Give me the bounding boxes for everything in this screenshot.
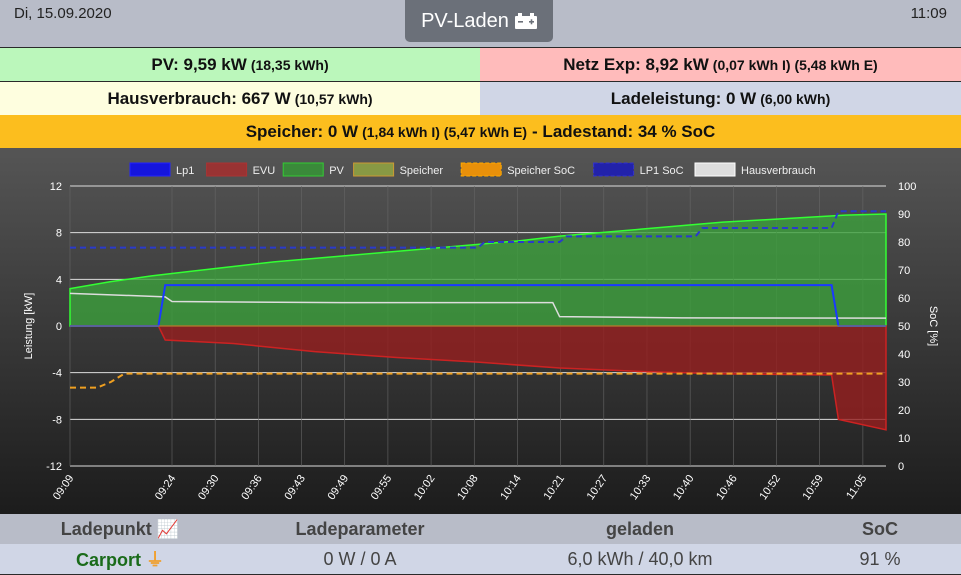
y-tick-label: 8 <box>56 228 62 240</box>
legend-label: Speicher SoC <box>507 165 575 177</box>
header: Di, 15.09.2020 PV-Laden 11:09 <box>0 0 961 47</box>
plug-icon: ⏚ <box>146 550 165 570</box>
x-tick-label: 10:59 <box>801 473 827 502</box>
netz-energy: (0,07 kWh I) (5,48 kWh E) <box>712 56 878 73</box>
speicher-soc-series <box>70 372 886 389</box>
y-tick-label: 4 <box>56 274 62 286</box>
y-tick-label: 12 <box>50 181 62 193</box>
pv-value: PV: 9,59 kW <box>151 54 247 74</box>
legend-label: EVU <box>253 165 276 177</box>
legend-swatch <box>353 162 395 177</box>
haus-status: Hausverbrauch: 667 W (10,57 kWh) <box>0 82 480 115</box>
x-tick-label: 09:55 <box>369 473 395 502</box>
clock: 11:09 <box>910 5 947 22</box>
legend-label: LP1 SoC <box>640 165 684 177</box>
y-tick-label: -4 <box>52 368 62 380</box>
legend-label: Lp1 <box>176 165 194 177</box>
x-tick-label: 09:24 <box>153 473 179 502</box>
netz-status: Netz Exp: 8,92 kW (0,07 kWh I) (5,48 kWh … <box>480 48 961 81</box>
x-tick-label: 10:14 <box>498 473 524 502</box>
header-soc: SoC <box>862 518 898 539</box>
header-ladepunkt: Ladepunkt 📈 <box>60 518 180 539</box>
charge-params: 0 W / 0 A <box>323 548 397 569</box>
speicher-soc: - Ladestand: 34 % SoC <box>532 121 716 141</box>
x-tick-label: 09:49 <box>326 473 352 502</box>
y2-tick-label: 50 <box>898 321 910 333</box>
haus-value: Hausverbrauch: 667 W <box>107 88 291 108</box>
header-geladen: geladen <box>605 518 675 539</box>
y2-tick-label: 100 <box>898 181 916 193</box>
legend-swatch <box>694 162 736 177</box>
x-tick-label: 10:40 <box>671 473 697 502</box>
x-tick-label: 10:33 <box>628 473 654 502</box>
x-tick-label: 09:09 <box>51 473 77 502</box>
lade-energy: (6,00 kWh) <box>760 90 831 107</box>
date: Di, 15.09.2020 <box>14 5 112 22</box>
x-tick-label: 09:36 <box>239 473 265 502</box>
table-row[interactable]: Carport ⏚ 0 W / 0 A 6,0 kWh / 40,0 km 91… <box>0 544 961 574</box>
lade-status: Ladeleistung: 0 W (6,00 kWh) <box>480 82 961 115</box>
y2-tick-label: 0 <box>898 461 904 473</box>
y2-tick-label: 80 <box>898 237 910 249</box>
y2-tick-label: 10 <box>898 433 910 445</box>
legend-label: Hausverbrauch <box>741 165 816 177</box>
y-tick-label: 0 <box>56 321 62 333</box>
y2-tick-label: 60 <box>898 293 910 305</box>
y2-axis-label: SoC [%] <box>927 306 939 346</box>
y2-tick-label: 90 <box>898 209 910 221</box>
mode-button[interactable]: PV-Laden <box>405 0 553 42</box>
y-tick-label: -12 <box>46 461 62 473</box>
speicher-energy: (1,84 kWh I) (5,47 kWh E) <box>362 123 528 140</box>
x-tick-label: 10:27 <box>585 473 611 502</box>
charged-amount: 6,0 kWh / 40,0 km <box>567 548 713 569</box>
x-tick-label: 10:21 <box>541 473 567 502</box>
chargepoint-name[interactable]: Carport ⏚ <box>40 546 200 572</box>
legend-label: Speicher <box>400 165 444 177</box>
y2-tick-label: 70 <box>898 265 910 277</box>
x-tick-label: 10:08 <box>455 473 481 502</box>
pv-series <box>69 213 887 327</box>
power-chart: 12840-4-8-12100908070605040302010009:09 0… <box>0 148 961 514</box>
pv-status: PV: 9,59 kW (18,35 kWh) <box>0 48 480 81</box>
lade-value: Ladeleistung: 0 W <box>610 88 757 108</box>
table-header: Ladepunkt 📈 Ladeparameter geladen SoC <box>0 514 961 544</box>
chart-icon[interactable]: 📈 <box>157 519 179 539</box>
car-battery-icon <box>514 13 537 29</box>
vehicle-soc: 91 % <box>859 548 901 569</box>
legend-swatch <box>593 162 635 177</box>
haus-energy: (10,57 kWh) <box>294 90 373 107</box>
evu-series <box>70 325 887 431</box>
speicher-value: Speicher: 0 W <box>245 121 359 141</box>
legend-swatch <box>282 162 324 177</box>
y2-tick-label: 20 <box>898 405 910 417</box>
x-tick-label: 10:52 <box>757 473 783 502</box>
legend-swatch <box>206 162 248 177</box>
x-tick-label: 09:30 <box>196 473 222 502</box>
pv-energy: (18,35 kWh) <box>250 56 329 73</box>
x-tick-label: 09:43 <box>282 473 308 502</box>
legend-swatch <box>460 162 502 177</box>
y-tick-label: -8 <box>52 414 62 426</box>
x-tick-label: 10:02 <box>412 473 438 502</box>
netz-value: Netz Exp: 8,92 kW <box>563 54 709 74</box>
legend-swatch <box>129 162 171 177</box>
legend-label: PV <box>329 165 344 177</box>
speicher-status: Speicher: 0 W (1,84 kWh I) (5,47 kWh E) - … <box>0 115 961 148</box>
mode-label: PV-Laden <box>421 9 509 32</box>
x-tick-label: 10:46 <box>714 473 740 502</box>
header-ladeparameter: Ladeparameter <box>295 518 425 539</box>
y2-tick-label: 40 <box>898 349 910 361</box>
y2-tick-label: 30 <box>898 377 910 389</box>
x-tick-label: 11:05 <box>844 473 869 502</box>
y-axis-label: Leistung [kW] <box>23 293 35 360</box>
chargepoint-table: Ladepunkt 📈 Ladeparameter geladen SoC Ca… <box>0 514 961 575</box>
